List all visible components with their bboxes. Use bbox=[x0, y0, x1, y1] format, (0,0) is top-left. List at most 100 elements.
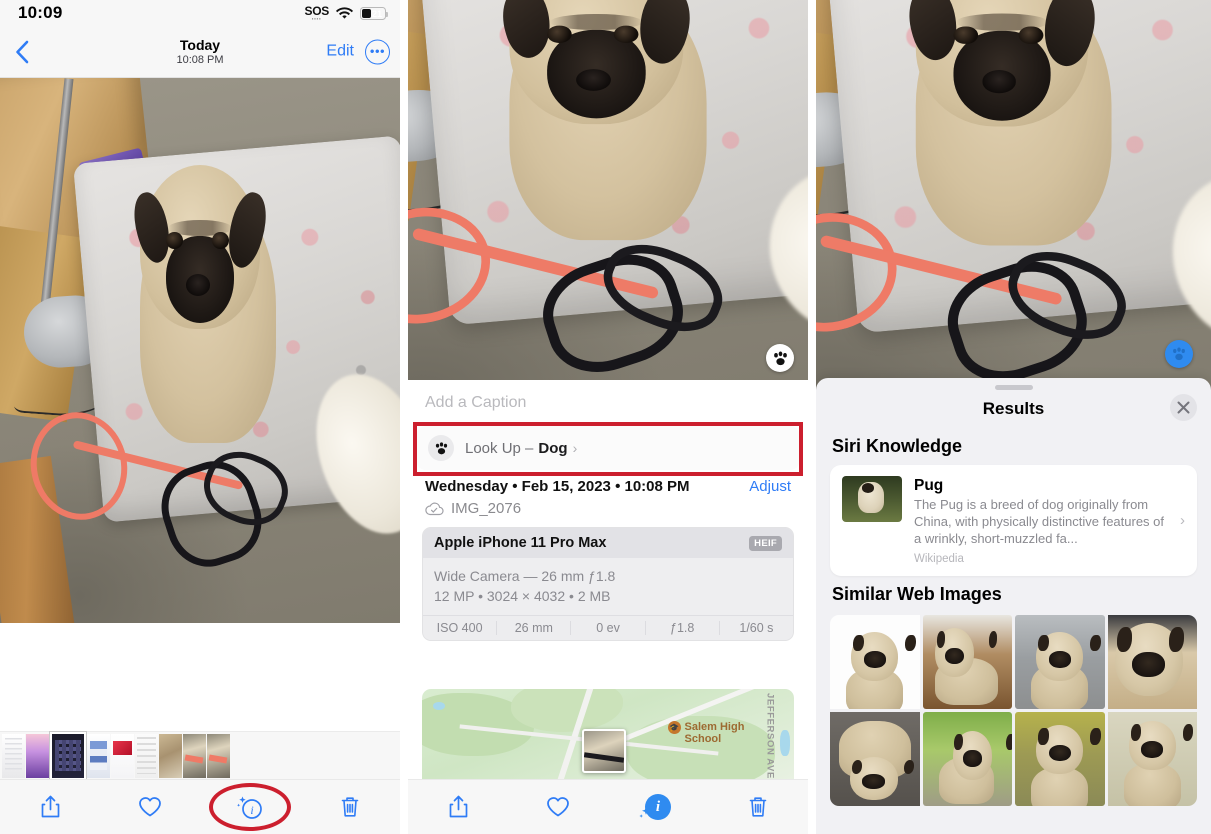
list-item[interactable] bbox=[1015, 615, 1105, 709]
delete-button[interactable] bbox=[300, 795, 400, 819]
map-poi: 🎓 Salem High School bbox=[667, 721, 755, 745]
exif-stat: ISO 400 bbox=[423, 621, 498, 635]
exif-stat: 26 mm bbox=[497, 621, 572, 635]
status-bar-time: 10:09 bbox=[18, 3, 63, 22]
info-sparkle-icon: i bbox=[237, 796, 262, 819]
delete-button[interactable] bbox=[708, 795, 808, 819]
battery-icon: 21 bbox=[360, 6, 388, 20]
close-icon bbox=[1177, 401, 1190, 414]
paw-badge-button-active[interactable] bbox=[1165, 340, 1193, 368]
photo-main[interactable] bbox=[816, 0, 1211, 390]
exif-stat: 1/60 s bbox=[739, 621, 774, 635]
list-item[interactable] bbox=[87, 733, 110, 778]
list-item[interactable] bbox=[922, 712, 1012, 806]
look-up-row[interactable]: Look Up – Dog › bbox=[416, 426, 800, 470]
status-bar: 10:09 SOS ▪▪▪▪ 21 bbox=[0, 0, 400, 26]
list-item[interactable] bbox=[111, 733, 134, 778]
paw-icon bbox=[773, 351, 787, 365]
more-options-button[interactable]: ••• bbox=[365, 39, 390, 64]
list-item[interactable] bbox=[922, 615, 1012, 709]
panel-photo-info: Add a Caption Look Up – Dog › Wednesday … bbox=[408, 0, 808, 834]
similar-web-images-grid bbox=[830, 615, 1197, 806]
ellipsis-icon: ••• bbox=[369, 43, 386, 59]
section-heading-siri-knowledge: Siri Knowledge bbox=[832, 436, 963, 456]
favorite-button[interactable] bbox=[100, 796, 200, 818]
caption-input[interactable]: Add a Caption bbox=[408, 380, 808, 426]
edit-button[interactable]: Edit bbox=[326, 43, 354, 61]
favorite-button[interactable] bbox=[508, 796, 608, 818]
photo-artwork bbox=[0, 78, 400, 623]
share-button[interactable] bbox=[0, 795, 100, 819]
knowledge-title: Pug bbox=[914, 477, 944, 494]
list-item[interactable] bbox=[830, 712, 920, 806]
section-heading-similar-web-images: Similar Web Images bbox=[832, 584, 1002, 604]
resolution-info: 12 MP • 3024 × 4032 • 2 MB bbox=[434, 588, 611, 604]
info-button[interactable]: i bbox=[200, 783, 300, 831]
exif-header: Apple iPhone 11 Pro Max HEIF bbox=[423, 528, 793, 558]
exif-stats: ISO 400 26 mm 0 ev ƒ1.8 1/60 s bbox=[423, 615, 793, 640]
trash-icon bbox=[341, 797, 359, 817]
photo-artwork bbox=[816, 0, 1211, 390]
bottom-toolbar: i bbox=[408, 779, 808, 834]
exif-card: Apple iPhone 11 Pro Max HEIF Wide Camera… bbox=[422, 527, 794, 641]
photo-main[interactable] bbox=[0, 78, 400, 623]
bottom-toolbar: i bbox=[0, 779, 400, 834]
look-up-label: Look Up – Dog › bbox=[465, 440, 577, 457]
trash-icon bbox=[749, 797, 767, 817]
look-up-subject: Dog bbox=[538, 439, 568, 457]
list-item[interactable] bbox=[159, 733, 182, 778]
cloud-check-icon bbox=[425, 502, 444, 516]
status-bar-indicators: SOS ▪▪▪▪ 21 bbox=[304, 4, 388, 21]
back-button[interactable] bbox=[8, 38, 36, 66]
exif-body: Wide Camera — 26 mm ƒ1.8 12 MP • 3024 × … bbox=[423, 558, 793, 615]
panel-divider bbox=[808, 0, 816, 834]
screenshot-stage: 10:09 SOS ▪▪▪▪ 21 Today 10:08 PM Edit ••… bbox=[0, 0, 1211, 834]
close-button[interactable] bbox=[1170, 394, 1197, 421]
list-item[interactable] bbox=[1107, 712, 1197, 806]
photo-artwork bbox=[408, 0, 808, 380]
exif-stat: ƒ1.8 bbox=[646, 621, 720, 635]
format-badge: HEIF bbox=[749, 535, 782, 551]
list-item[interactable] bbox=[135, 733, 158, 778]
knowledge-source: Wikipedia bbox=[914, 553, 964, 565]
panel-visual-lookup-results: Results Siri Knowledge Pug The Pug is a … bbox=[816, 0, 1211, 834]
paw-icon bbox=[428, 435, 454, 461]
chevron-right-icon: › bbox=[1180, 512, 1185, 529]
adjust-button[interactable]: Adjust bbox=[749, 478, 791, 495]
knowledge-card-body: Pug The Pug is a breed of dog originally… bbox=[914, 476, 1168, 565]
sheet-title: Results bbox=[982, 399, 1045, 418]
photo-date: Wednesday • Feb 15, 2023 • 10:08 PM bbox=[425, 478, 690, 495]
list-item[interactable] bbox=[2, 733, 25, 778]
share-button[interactable] bbox=[408, 795, 508, 819]
sos-indicator: SOS ▪▪▪▪ bbox=[304, 4, 330, 21]
info-button-active[interactable]: i bbox=[608, 794, 708, 820]
photo-main[interactable] bbox=[408, 0, 808, 380]
paw-badge-button[interactable] bbox=[766, 344, 794, 372]
photo-pin-icon[interactable] bbox=[581, 728, 626, 773]
chevron-right-icon: › bbox=[572, 440, 578, 456]
chevron-left-icon bbox=[16, 40, 29, 63]
heart-icon bbox=[547, 797, 569, 817]
exif-stat: 0 ev bbox=[571, 621, 646, 635]
photo-filename-row: IMG_2076 bbox=[425, 500, 791, 517]
school-icon: 🎓 bbox=[667, 721, 681, 735]
photo-filmstrip[interactable] bbox=[0, 731, 400, 780]
list-item[interactable] bbox=[830, 615, 920, 709]
sheet-header: Results bbox=[816, 390, 1211, 428]
location-map[interactable]: 🎓 Salem High School JEFFERSON AVE bbox=[422, 689, 794, 779]
share-icon bbox=[449, 795, 467, 818]
knowledge-description: The Pug is a breed of dog originally fro… bbox=[914, 497, 1165, 546]
photo-metadata: Wednesday • Feb 15, 2023 • 10:08 PM Adju… bbox=[408, 470, 808, 517]
list-item[interactable] bbox=[183, 733, 206, 778]
map-street-label: JEFFERSON AVE bbox=[764, 692, 776, 779]
list-item[interactable] bbox=[1107, 615, 1197, 709]
svg-text:i: i bbox=[250, 803, 253, 817]
list-item[interactable] bbox=[26, 733, 49, 778]
list-item[interactable] bbox=[207, 733, 230, 778]
lens-info: Wide Camera — 26 mm ƒ1.8 bbox=[434, 568, 616, 584]
siri-knowledge-card[interactable]: Pug The Pug is a breed of dog originally… bbox=[830, 465, 1197, 576]
list-item[interactable] bbox=[50, 731, 86, 780]
photo-filename: IMG_2076 bbox=[451, 500, 522, 517]
paw-icon bbox=[1173, 347, 1185, 361]
list-item[interactable] bbox=[1015, 712, 1105, 806]
